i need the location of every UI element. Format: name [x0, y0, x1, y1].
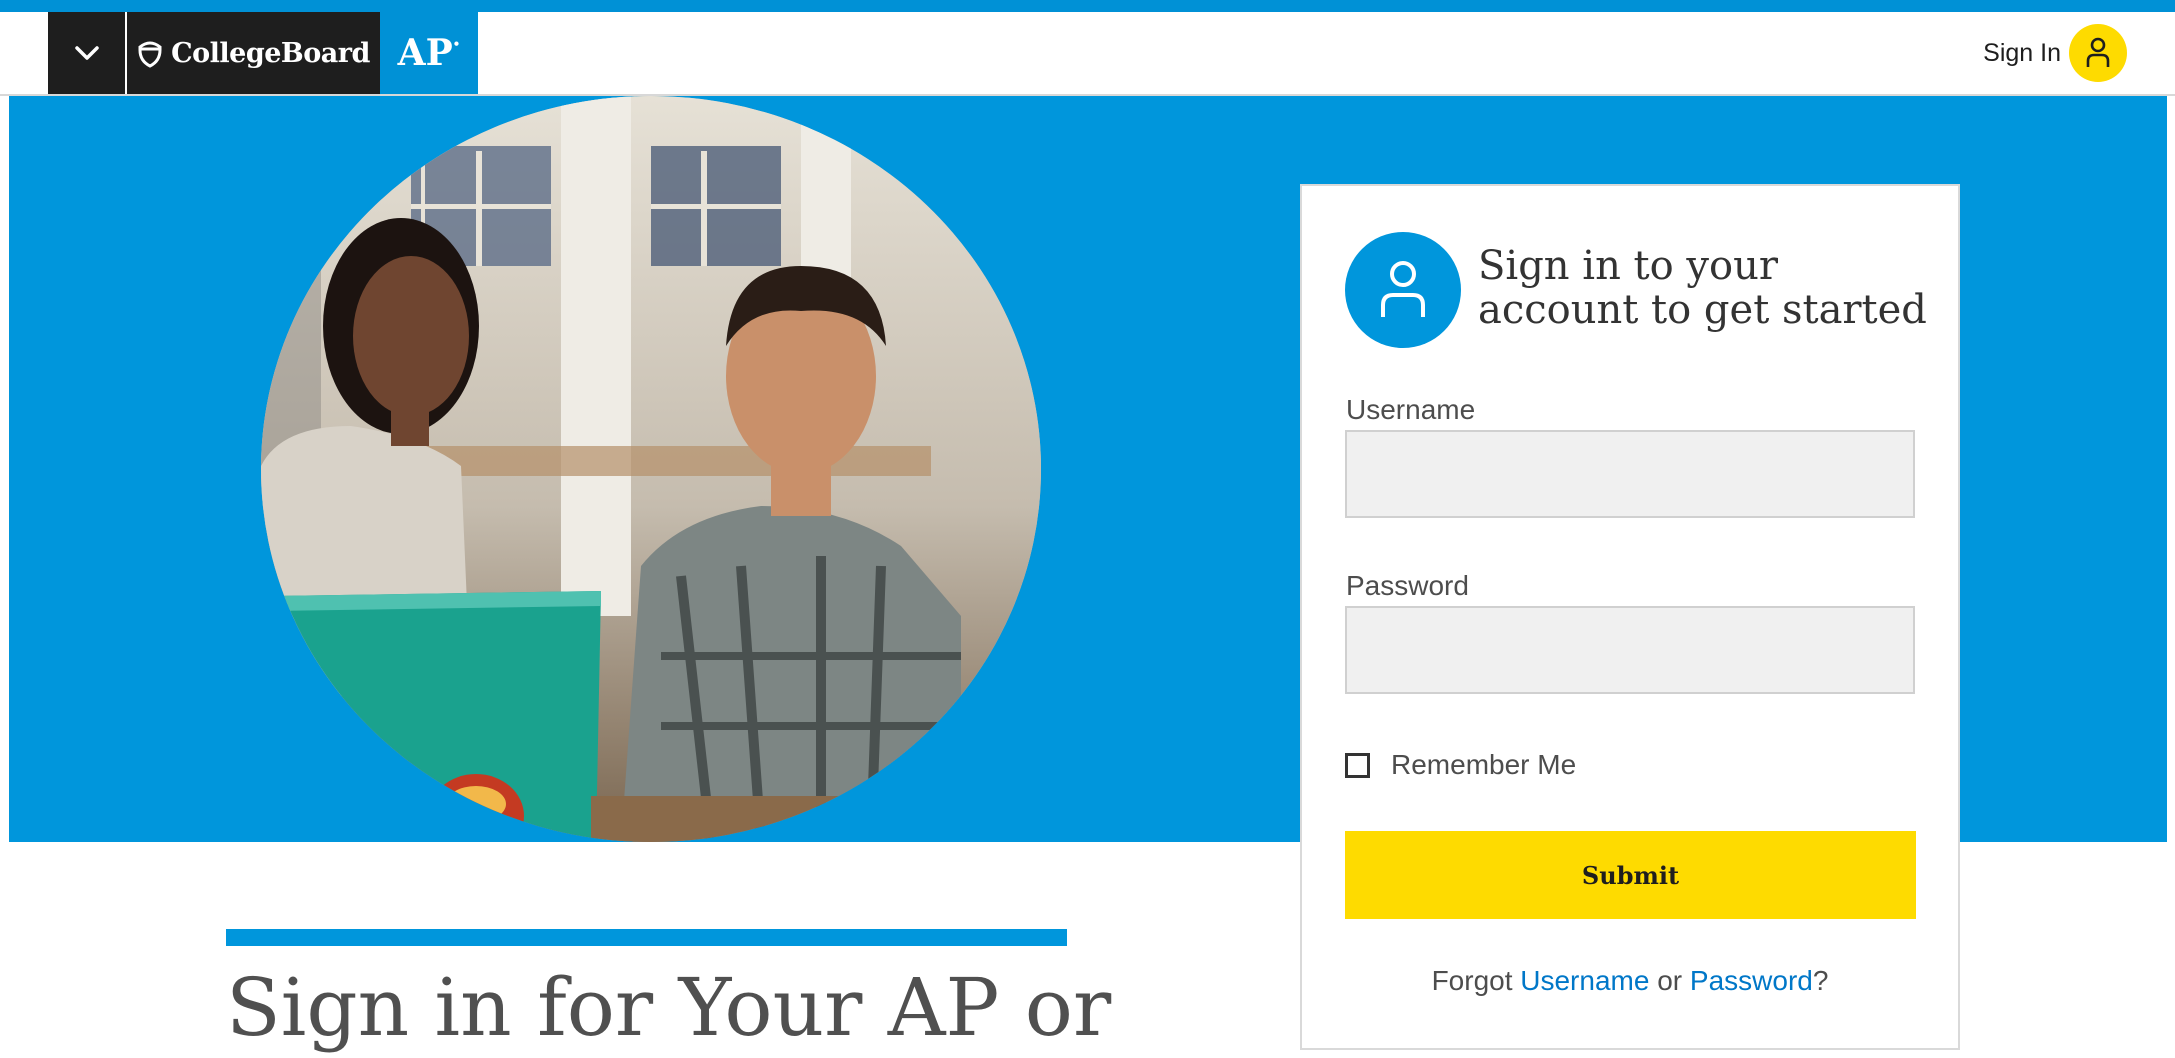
header-sign-in-label: Sign In: [1983, 38, 2061, 67]
top-accent-stripe: [0, 0, 2175, 12]
login-card-title: Sign in to your account to get started: [1478, 243, 1927, 333]
chevron-down-icon: [74, 46, 99, 60]
ap-logo-mark: •: [452, 37, 461, 51]
forgot-password-link[interactable]: Password: [1690, 965, 1813, 996]
forgot-middle: or: [1649, 965, 1690, 996]
forgot-credentials: Forgot Username or Password?: [1302, 965, 1958, 997]
remember-me-checkbox[interactable]: Remember Me: [1345, 749, 1576, 781]
forgot-username-link[interactable]: Username: [1520, 965, 1649, 996]
username-input[interactable]: [1345, 430, 1915, 518]
collegeboard-logo[interactable]: CollegeBoard: [127, 12, 380, 94]
header-sign-in-button[interactable]: Sign In: [1983, 22, 2127, 84]
login-card: Sign in to your account to get started U…: [1300, 184, 1960, 1050]
password-input[interactable]: [1345, 606, 1915, 694]
brand-name: CollegeBoard: [171, 37, 370, 69]
page-heading: Sign in for Your AP or: [226, 961, 1112, 1054]
user-icon: [2069, 24, 2127, 82]
site-header: CollegeBoard AP • Sign In: [0, 12, 2175, 96]
hero-students-photo: [261, 96, 1041, 842]
username-label: Username: [1346, 394, 1476, 425]
forgot-suffix: ?: [1812, 965, 1829, 996]
forgot-prefix: Forgot: [1431, 965, 1521, 996]
heading-accent-bar: [226, 929, 1067, 946]
menu-toggle-button[interactable]: [48, 12, 125, 94]
checkbox-box[interactable]: [1345, 752, 1370, 778]
user-icon: [1345, 232, 1461, 348]
ap-logo-text: AP: [397, 32, 453, 74]
remember-me-label: Remember Me: [1391, 749, 1577, 780]
acorn-icon: [137, 38, 163, 68]
submit-button[interactable]: Submit: [1345, 831, 1916, 919]
ap-logo[interactable]: AP •: [380, 12, 478, 94]
password-label: Password: [1346, 570, 1469, 601]
